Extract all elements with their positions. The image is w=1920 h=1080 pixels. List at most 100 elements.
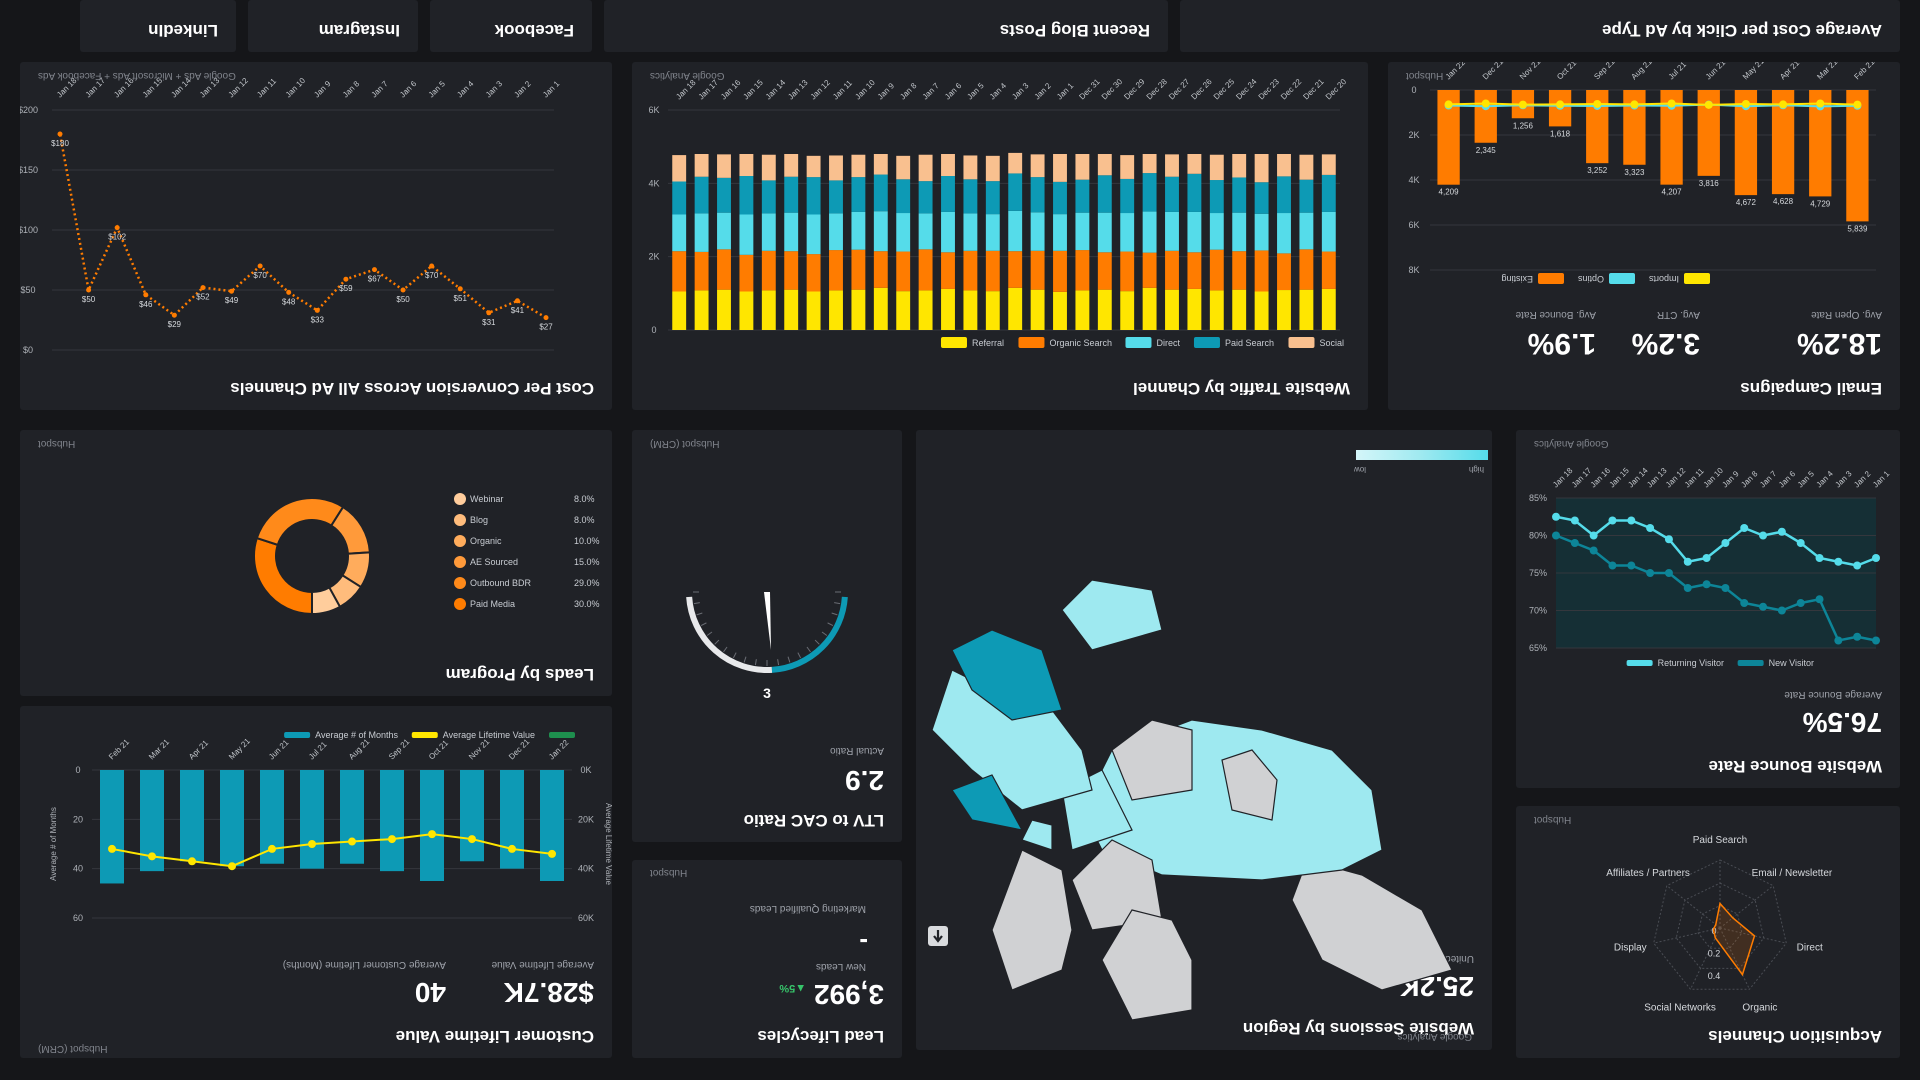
- legend-dot: [454, 535, 466, 547]
- traffic-bar-segment: [1232, 212, 1247, 252]
- lifetime-value-point: [268, 844, 276, 853]
- x-tick-label: Dec 24: [1234, 77, 1259, 102]
- traffic-bar-segment: [963, 155, 978, 180]
- traffic-bar-segment: [694, 251, 709, 291]
- radar-tick-label: 0.4: [1708, 971, 1721, 981]
- traffic-bar-segment: [1232, 154, 1247, 178]
- donut-slice: [253, 536, 313, 616]
- x-tick-label: Oct 21: [427, 738, 450, 761]
- x-tick-label: Jan 8: [898, 81, 919, 102]
- traffic-bar-segment: [784, 251, 799, 290]
- gauge-arc-actual: [771, 596, 848, 673]
- gauge-tick: [714, 639, 720, 645]
- lead-lifecycles-panel: Lead Lifecycles 3,992 ▲5% New Leads - Ma…: [632, 860, 902, 1058]
- traffic-bar-segment: [1053, 181, 1067, 215]
- data-label: $51: [454, 294, 468, 303]
- recent-blog-posts-panel: Recent Blog Posts: [604, 0, 1168, 52]
- imports-line-point: [1630, 100, 1639, 109]
- bounce-point: [1589, 531, 1598, 540]
- data-label: 4,672: [1736, 198, 1757, 207]
- bounce-point: [1834, 557, 1843, 566]
- data-label: 4,628: [1773, 197, 1794, 206]
- traffic-bar-segment: [806, 291, 821, 330]
- panel-title: LinkedIn: [148, 21, 218, 40]
- traffic-bar-segment: [1321, 251, 1336, 289]
- y-tick-label: $50: [20, 285, 35, 295]
- x-tick-label: Jan 3: [1833, 469, 1854, 490]
- traffic-bar-segment: [1008, 251, 1023, 288]
- bounce-point: [1872, 554, 1880, 562]
- traffic-bar-segment: [1232, 177, 1247, 213]
- data-source: Hubspot: [1534, 814, 1572, 825]
- cost-point: [543, 315, 549, 321]
- x-tick-label: Dec 25: [1212, 77, 1237, 102]
- traffic-bar-segment: [717, 289, 731, 330]
- y-tick-label: 65%: [1529, 643, 1547, 653]
- months-bar: [420, 770, 444, 881]
- lifetime-value-point: [468, 835, 476, 844]
- donut-slice: [255, 497, 345, 547]
- mql-label: Marketing Qualified Leads: [749, 903, 866, 914]
- data-label: $41: [511, 306, 525, 315]
- y-tick-label-left: 40: [73, 864, 83, 874]
- gauge-tick: [777, 659, 780, 666]
- lifetime-value-point: [108, 844, 116, 853]
- legend-label: Blog: [470, 515, 488, 525]
- traffic-bar-segment: [896, 291, 911, 330]
- cost-per-conversion-panel: Cost Per Conversion Across All Ad Channe…: [20, 62, 612, 410]
- x-tick-label: Jan 12: [1664, 466, 1688, 490]
- x-tick-label: Apr 21: [1778, 62, 1801, 81]
- y-tick-label: $100: [20, 225, 38, 235]
- legend-value: 15.0%: [574, 557, 600, 567]
- data-label: 4,209: [1439, 188, 1460, 197]
- x-tick-label: Jan 16: [719, 78, 743, 102]
- traffic-bar-segment: [873, 287, 888, 330]
- x-tick-label: Dec 22: [1279, 77, 1304, 102]
- x-tick-label: Jan 14: [764, 78, 788, 102]
- bounce-point: [1777, 527, 1786, 536]
- new-leads-label: New Leads: [815, 961, 866, 972]
- x-tick-label: Dec 28: [1145, 77, 1170, 102]
- legend-label: Webinar: [470, 494, 503, 504]
- cost-point: [286, 289, 292, 295]
- traffic-bar-segment: [1053, 214, 1067, 251]
- y-tick-label: $150: [20, 165, 38, 175]
- x-tick-label: Jan 2: [1852, 469, 1873, 490]
- traffic-bar-segment: [1165, 250, 1179, 290]
- traffic-bar-segment: [1321, 174, 1336, 212]
- imports-line-point: [1741, 99, 1750, 108]
- traffic-bar-segment: [1142, 154, 1157, 174]
- x-tick-label: Dec 21: [1481, 62, 1506, 81]
- traffic-bar-segment: [941, 288, 955, 330]
- traffic-bar-segment: [694, 213, 709, 252]
- linkedin-panel: LinkedIn: [80, 0, 236, 52]
- x-tick-label: Dec 21: [1301, 77, 1326, 102]
- x-tick-label: Jul 21: [307, 740, 329, 762]
- traffic-bar-segment: [1187, 154, 1202, 174]
- lifetime-value-point: [428, 830, 436, 839]
- x-tick-label: Jan 15: [1608, 466, 1632, 490]
- traffic-bar-segment: [694, 290, 709, 330]
- continent-australia: [1291, 859, 1453, 991]
- traffic-bar-segment: [1008, 173, 1023, 211]
- imports-line-point: [1667, 99, 1676, 108]
- traffic-bar-segment: [941, 252, 955, 289]
- panel-title: Average Cost per Click by Ad Type: [1602, 21, 1882, 40]
- radar-tick-label: 0.2: [1708, 948, 1721, 958]
- traffic-bar-segment: [1299, 154, 1314, 180]
- leads-by-program-panel: Leads by Program Paid Media 30.0% Outbound…: [20, 430, 612, 696]
- cost-point: [200, 285, 206, 291]
- y-tick-label: 2K: [648, 252, 659, 262]
- cost-point: [171, 312, 177, 318]
- radar-spoke: [1653, 927, 1721, 944]
- cost-point: [257, 263, 263, 269]
- traffic-bar-segment: [1097, 154, 1112, 176]
- cost-point: [486, 310, 492, 316]
- cost-point: [314, 307, 320, 313]
- cost-point: [143, 292, 149, 298]
- y-tick-label-left: 60: [73, 913, 83, 923]
- radar-series: [1712, 901, 1756, 977]
- data-label: 3,816: [1699, 179, 1720, 188]
- legend-value: 10.0%: [574, 536, 600, 546]
- traffic-bar-segment: [985, 155, 1000, 182]
